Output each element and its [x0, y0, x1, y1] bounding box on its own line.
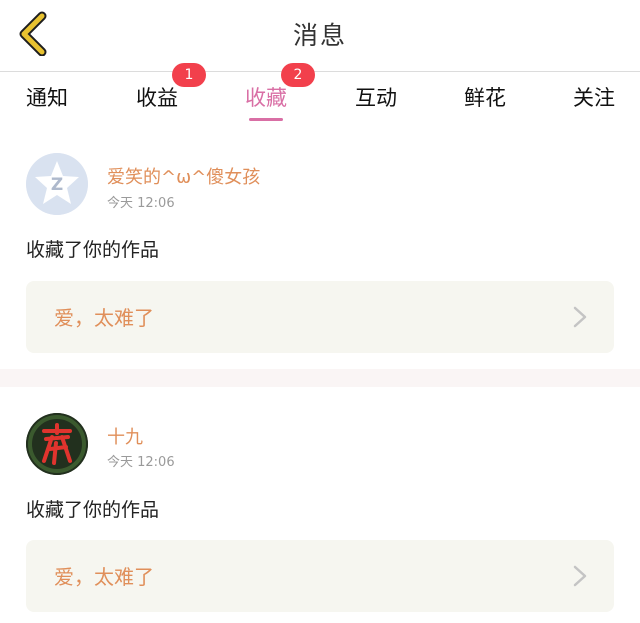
user-name[interactable]: 十九: [107, 423, 143, 449]
earnings-count-badge: 1: [172, 63, 206, 87]
tab-notifications[interactable]: 通知: [26, 82, 68, 112]
action-text: 收藏了你的作品: [26, 239, 160, 261]
tab-earnings[interactable]: 收益: [136, 82, 178, 112]
tab-interactions[interactable]: 互动: [355, 82, 397, 112]
user-name[interactable]: 爱笑的^ω^傻女孩: [107, 163, 260, 189]
action-text: 收藏了你的作品: [26, 499, 160, 521]
top-bar: 消息: [0, 0, 640, 72]
work-card[interactable]: 爱，太难了: [26, 540, 614, 612]
timestamp: 今天 12:06: [107, 455, 175, 470]
work-title: 爱，太难了: [54, 565, 154, 589]
tab-bar: 通知 收益 收藏 互动 鲜花 关注: [0, 72, 640, 128]
page-title: 消息: [292, 21, 347, 50]
timestamp: 今天 12:06: [107, 196, 175, 211]
qq-icon: Z: [26, 153, 88, 215]
favorites-count-badge: 2: [281, 63, 315, 87]
work-title: 爱，太难了: [54, 306, 154, 330]
svg-text:Z: Z: [51, 175, 63, 195]
avatar[interactable]: [26, 413, 88, 475]
active-tab-indicator: [249, 118, 283, 121]
avatar[interactable]: Z: [26, 153, 88, 215]
tab-flowers[interactable]: 鲜花: [464, 82, 506, 112]
section-divider: [0, 369, 640, 387]
tab-following[interactable]: 关注: [573, 82, 615, 112]
chevron-right-icon: [573, 565, 587, 587]
tab-favorites[interactable]: 收藏: [245, 82, 287, 112]
ye-calligraphy-avatar: [26, 413, 88, 475]
chevron-right-icon: [573, 306, 587, 328]
work-card[interactable]: 爱，太难了: [26, 281, 614, 353]
